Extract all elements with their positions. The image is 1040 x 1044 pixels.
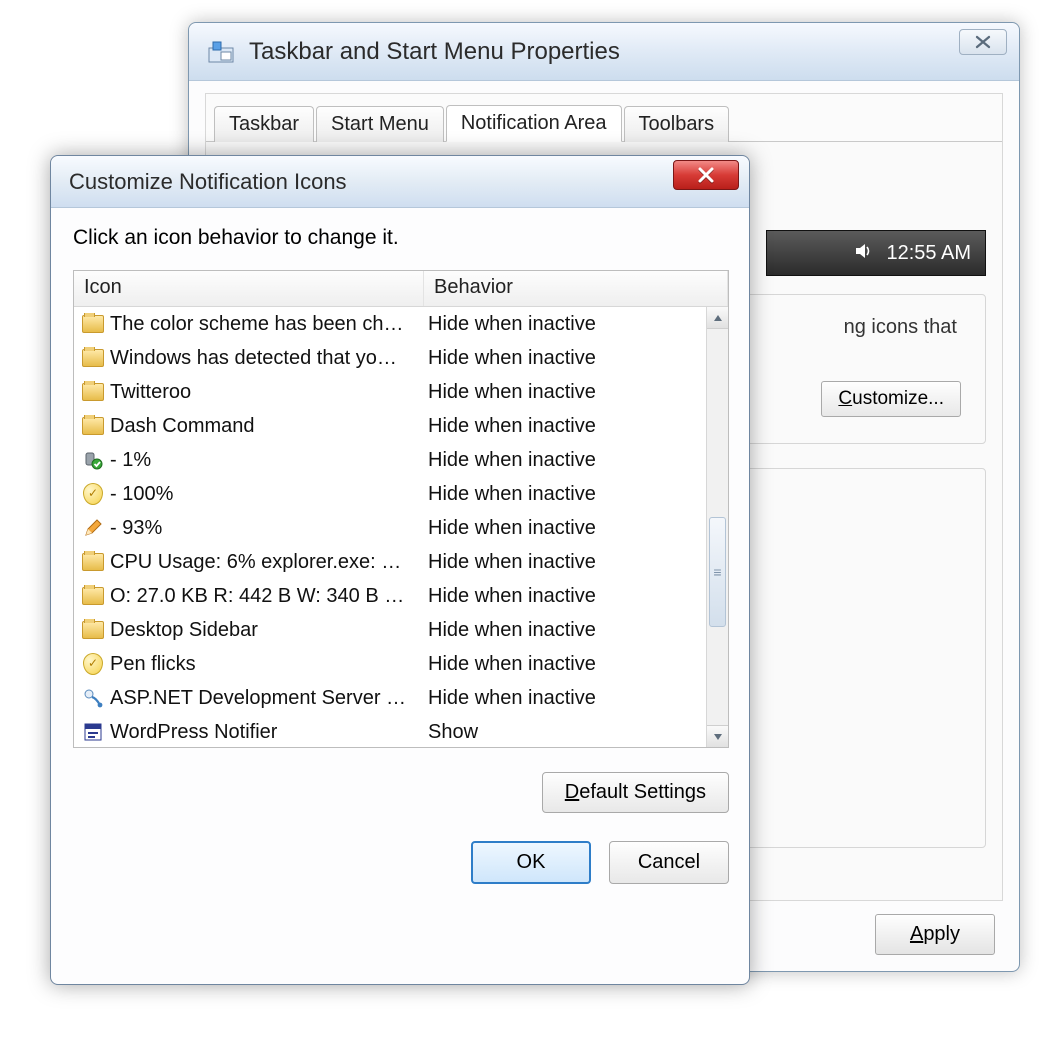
list-item-label: - 93% xyxy=(110,517,162,540)
properties-tabs: TaskbarStart MenuNotification AreaToolba… xyxy=(206,94,1002,142)
list-item[interactable]: Windows has detected that yo… Hide when i… xyxy=(74,341,706,375)
list-item-label: - 1% xyxy=(110,449,151,472)
list-item-behavior[interactable]: Hide when inactive xyxy=(424,415,706,438)
list-item-label: Dash Command xyxy=(110,415,255,438)
list-item-label: O: 27.0 KB R: 442 B W: 340 B … xyxy=(110,585,404,608)
scroll-down-button[interactable] xyxy=(707,725,728,747)
list-item-behavior[interactable]: Hide when inactive xyxy=(424,381,706,404)
list-item-label: Twitteroo xyxy=(110,381,191,404)
list-item[interactable]: - 100% Hide when inactive xyxy=(74,477,706,511)
list-item[interactable]: ASP.NET Development Server … Hide when in… xyxy=(74,681,706,715)
tab-toolbars[interactable]: Toolbars xyxy=(624,106,730,142)
list-item[interactable]: - 93% Hide when inactive xyxy=(74,511,706,545)
customize-footer: OK Cancel xyxy=(51,813,749,900)
list-item-behavior[interactable]: Hide when inactive xyxy=(424,585,706,608)
shield-icon xyxy=(82,653,104,675)
default-settings-button[interactable]: Default Settings xyxy=(542,772,729,813)
list-item[interactable]: Dash Command Hide when inactive xyxy=(74,409,706,443)
customize-button[interactable]: Customize... xyxy=(821,381,961,417)
notifier-icon xyxy=(82,721,104,743)
list-item-behavior[interactable]: Hide when inactive xyxy=(424,619,706,642)
scroll-thumb[interactable] xyxy=(709,517,726,627)
properties-titlebar[interactable]: Taskbar and Start Menu Properties xyxy=(189,23,1019,81)
list-item[interactable]: - 1% Hide when inactive xyxy=(74,443,706,477)
tab-start-menu[interactable]: Start Menu xyxy=(316,106,444,142)
properties-footer: Apply xyxy=(875,914,995,955)
list-item-label: Pen flicks xyxy=(110,653,196,676)
list-item-behavior[interactable]: Hide when inactive xyxy=(424,551,706,574)
list-item[interactable]: Pen flicks Hide when inactive xyxy=(74,647,706,681)
list-item-behavior[interactable]: Hide when inactive xyxy=(424,687,706,710)
close-button[interactable] xyxy=(673,160,739,190)
customize-title: Customize Notification Icons xyxy=(69,169,347,195)
properties-close-button[interactable] xyxy=(959,29,1007,55)
customize-titlebar[interactable]: Customize Notification Icons xyxy=(51,156,749,208)
list-item-label: Desktop Sidebar xyxy=(110,619,258,642)
list-item-behavior[interactable]: Hide when inactive xyxy=(424,313,706,336)
folder-icon xyxy=(82,585,104,607)
properties-title: Taskbar and Start Menu Properties xyxy=(249,38,620,66)
folder-icon xyxy=(82,381,104,403)
group-desc-fragment: ng icons that xyxy=(844,313,957,341)
list-item[interactable]: Twitteroo Hide when inactive xyxy=(74,375,706,409)
customize-instruction: Click an icon behavior to change it. xyxy=(73,226,729,250)
list-item-behavior[interactable]: Hide when inactive xyxy=(424,653,706,676)
list-item-label: WordPress Notifier xyxy=(110,721,277,744)
clock-time: 12:55 AM xyxy=(886,242,971,265)
apply-button[interactable]: Apply xyxy=(875,914,995,955)
list-item[interactable]: The color scheme has been ch… Hide when i… xyxy=(74,307,706,341)
list-item-label: CPU Usage: 6% explorer.exe: … xyxy=(110,551,401,574)
tab-taskbar[interactable]: Taskbar xyxy=(214,106,314,142)
list-item-behavior[interactable]: Hide when inactive xyxy=(424,517,706,540)
shield-icon xyxy=(82,483,104,505)
list-rows: The color scheme has been ch… Hide when i… xyxy=(74,307,706,747)
column-behavior[interactable]: Behavior xyxy=(424,271,728,306)
usb-icon xyxy=(82,449,104,471)
list-header[interactable]: Icon Behavior xyxy=(74,271,728,307)
folder-icon xyxy=(82,347,104,369)
folder-icon xyxy=(82,313,104,335)
icon-list: Icon Behavior The color scheme has been … xyxy=(73,270,729,748)
customize-notification-dialog: Customize Notification Icons Click an ic… xyxy=(50,155,750,985)
tab-notification-area[interactable]: Notification Area xyxy=(446,105,622,142)
notification-preview: 12:55 AM xyxy=(766,230,986,276)
cancel-button[interactable]: Cancel xyxy=(609,841,729,884)
folder-icon xyxy=(82,551,104,573)
list-item[interactable]: WordPress Notifier Show xyxy=(74,715,706,747)
list-item[interactable]: O: 27.0 KB R: 442 B W: 340 B … Hide when … xyxy=(74,579,706,613)
list-item-behavior[interactable]: Hide when inactive xyxy=(424,347,706,370)
list-item[interactable]: Desktop Sidebar Hide when inactive xyxy=(74,613,706,647)
list-item[interactable]: CPU Usage: 6% explorer.exe: … Hide when i… xyxy=(74,545,706,579)
scrollbar[interactable] xyxy=(706,307,728,747)
list-item-behavior[interactable]: Hide when inactive xyxy=(424,483,706,506)
volume-icon xyxy=(854,242,874,265)
list-item-label: - 100% xyxy=(110,483,173,506)
list-item-behavior[interactable]: Show xyxy=(424,721,706,744)
folder-icon xyxy=(82,415,104,437)
list-item-label: ASP.NET Development Server … xyxy=(110,687,406,710)
properties-sys-icon xyxy=(207,38,235,66)
column-icon[interactable]: Icon xyxy=(74,271,424,306)
list-item-label: The color scheme has been ch… xyxy=(110,313,404,336)
list-item-label: Windows has detected that yo… xyxy=(110,347,397,370)
ok-button[interactable]: OK xyxy=(471,841,591,884)
folder-icon xyxy=(82,619,104,641)
scroll-up-button[interactable] xyxy=(707,307,728,329)
pencil-icon xyxy=(82,517,104,539)
server-icon xyxy=(82,687,104,709)
list-item-behavior[interactable]: Hide when inactive xyxy=(424,449,706,472)
